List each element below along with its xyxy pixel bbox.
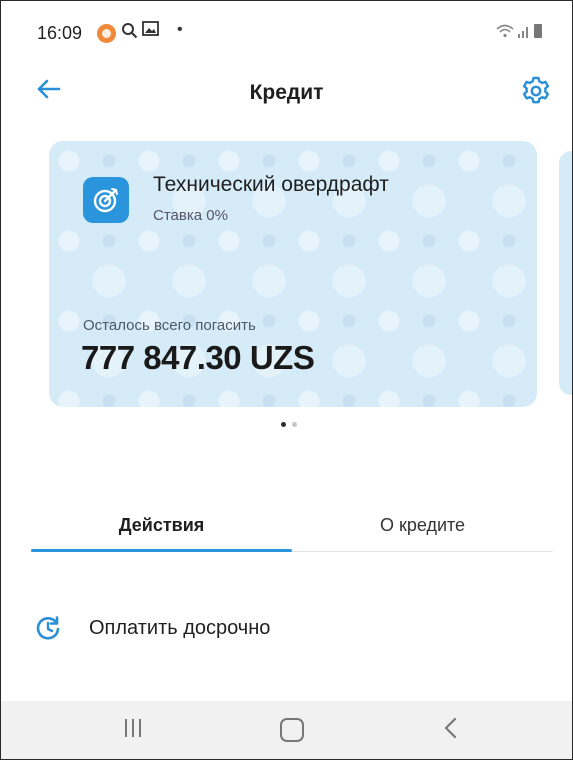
status-indicators <box>496 24 542 38</box>
tab-bar: Действия О кредите <box>31 499 553 555</box>
pay-early-action[interactable]: Оплатить досрочно <box>31 603 541 653</box>
home-icon[interactable] <box>280 718 304 742</box>
credit-card[interactable]: Технический овердрафт Ставка 0% Осталось… <box>49 141 537 407</box>
back-icon[interactable] <box>441 716 461 740</box>
gallery-icon <box>142 21 159 41</box>
card-title: Технический овердрафт <box>153 173 389 196</box>
phone-screen: 16:09 • Кредит Технический овердрафт Ста… <box>0 0 573 760</box>
gear-icon[interactable] <box>520 75 552 107</box>
tab-about-credit[interactable]: О кредите <box>292 499 553 551</box>
clock-refresh-icon <box>35 615 61 641</box>
remaining-amount: 777 847.30 UZS <box>81 339 315 376</box>
pay-early-label: Оплатить досрочно <box>89 617 271 639</box>
status-bar: 16:09 • <box>1 1 572 61</box>
notification-dot-icon <box>97 24 116 43</box>
tab-actions[interactable]: Действия <box>31 499 292 551</box>
remaining-label: Осталось всего погасить <box>83 317 256 334</box>
page-title: Кредит <box>249 81 324 104</box>
dot-icon: • <box>177 21 183 38</box>
battery-icon <box>534 24 542 38</box>
search-icon <box>121 22 138 44</box>
card-rate: Ставка 0% <box>153 207 228 224</box>
pager-dot <box>292 422 297 427</box>
system-nav-bar <box>1 701 572 759</box>
next-card-peek[interactable] <box>559 151 572 395</box>
wifi-icon <box>496 24 514 38</box>
status-time: 16:09 <box>37 23 83 43</box>
tab-indicator <box>31 549 292 552</box>
target-icon <box>83 177 129 223</box>
card-pager <box>281 422 297 427</box>
app-header: Кредит <box>1 61 572 125</box>
pager-dot-active <box>281 422 286 427</box>
signal-icon <box>518 27 528 38</box>
recent-apps-icon[interactable] <box>121 717 145 739</box>
